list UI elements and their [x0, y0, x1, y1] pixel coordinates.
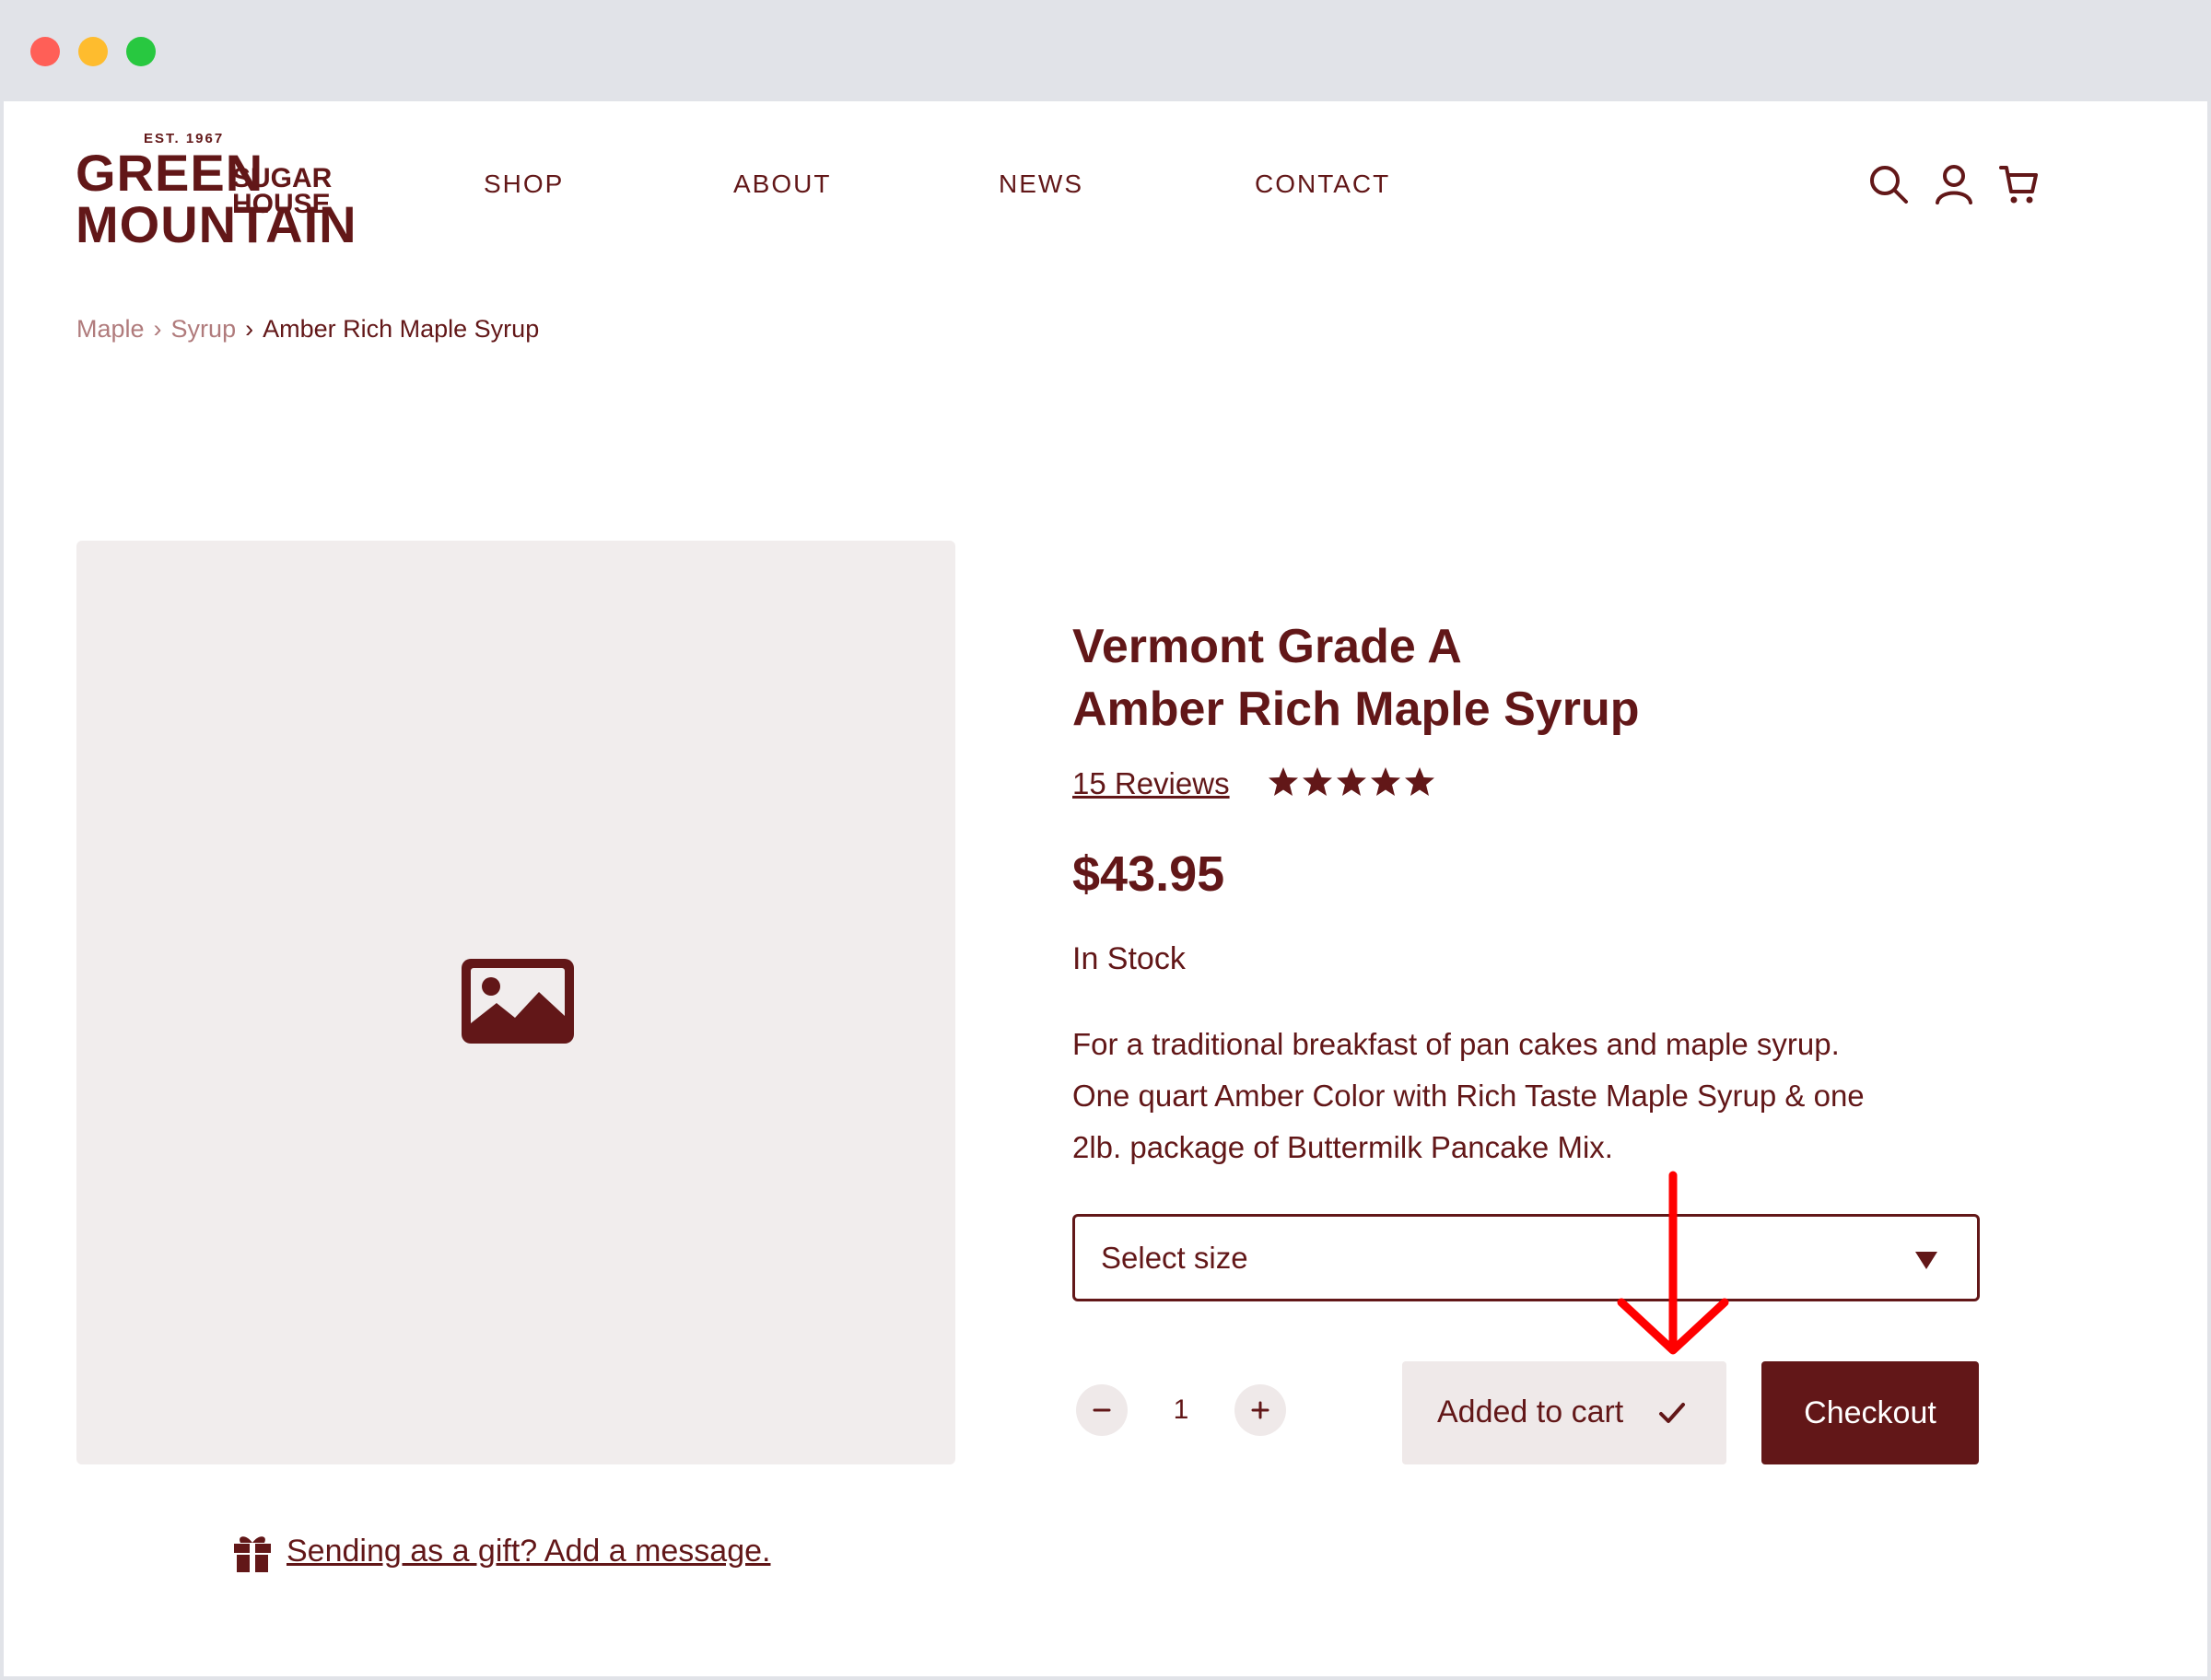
nav-about[interactable]: ABOUT — [733, 169, 831, 199]
star-icon — [1371, 767, 1400, 796]
product-title: Vermont Grade A Amber Rich Maple Syrup — [1072, 615, 1809, 741]
star-icon — [1269, 767, 1298, 796]
breadcrumb-current: Amber Rich Maple Syrup — [263, 315, 540, 343]
rating-stars — [1268, 766, 1438, 802]
nav-shop[interactable]: SHOP — [484, 169, 564, 199]
star-icon — [1405, 767, 1434, 796]
nav-news[interactable]: NEWS — [999, 169, 1083, 199]
product-price: $43.95 — [1072, 846, 1225, 902]
product-title-line2: Amber Rich Maple Syrup — [1072, 682, 1640, 736]
breadcrumb: Maple › Syrup › Amber Rich Maple Syrup — [76, 315, 539, 344]
user-icon[interactable] — [1932, 162, 1976, 206]
added-to-cart-label: Added to cart — [1437, 1394, 1624, 1429]
size-select[interactable]: Select size — [1072, 1214, 1980, 1301]
window-close-button[interactable] — [30, 37, 60, 66]
description-line: 2lb. package of Buttermilk Pancake Mix. — [1072, 1130, 1613, 1164]
window-maximize-button[interactable] — [126, 37, 156, 66]
breadcrumb-maple[interactable]: Maple — [76, 315, 145, 343]
reviews-link[interactable]: 15 Reviews — [1072, 766, 1230, 801]
size-select-value: Select size — [1101, 1241, 1248, 1275]
product-description: For a traditional breakfast of pan cakes… — [1072, 1019, 1975, 1173]
checkmark-icon — [1659, 1403, 1685, 1423]
page: EST. 1967 GREEN SUGAR HOUSE MOUNTAIN SHO… — [4, 101, 2207, 1676]
breadcrumb-separator: › — [153, 315, 162, 343]
breadcrumb-separator: › — [245, 315, 254, 343]
stock-status: In Stock — [1072, 941, 1186, 976]
checkout-button[interactable]: Checkout — [1761, 1361, 1979, 1464]
breadcrumb-syrup[interactable]: Syrup — [171, 315, 237, 343]
star-icon — [1337, 767, 1366, 796]
cart-icon[interactable] — [1997, 162, 2041, 206]
logo-mountain: MOUNTAIN — [76, 195, 357, 253]
added-to-cart-button[interactable]: Added to cart — [1402, 1361, 1726, 1464]
dropdown-caret-icon — [1915, 1252, 1937, 1269]
description-line: One quart Amber Color with Rich Taste Ma… — [1072, 1079, 1865, 1113]
site-logo[interactable]: EST. 1967 GREEN SUGAR HOUSE MOUNTAIN — [76, 129, 357, 252]
plus-icon — [1251, 1401, 1269, 1419]
product-title-line1: Vermont Grade A — [1072, 620, 1462, 673]
nav-contact[interactable]: CONTACT — [1255, 169, 1390, 199]
image-placeholder-icon — [462, 959, 574, 1044]
search-icon[interactable] — [1866, 162, 1911, 206]
quantity-increase-button[interactable] — [1234, 1384, 1286, 1436]
minus-icon — [1093, 1408, 1111, 1412]
logo-sugar: SUGAR — [232, 163, 333, 193]
product-image[interactable] — [76, 541, 955, 1464]
quantity-decrease-button[interactable] — [1076, 1384, 1128, 1436]
gift-icon — [234, 1536, 271, 1572]
gift-message-link[interactable]: Sending as a gift? Add a message. — [287, 1534, 770, 1569]
annotation-arrow-icon — [1617, 1171, 1729, 1355]
browser-chrome — [0, 0, 2211, 101]
quantity-value[interactable]: 1 — [1172, 1394, 1190, 1426]
description-line: For a traditional breakfast of pan cakes… — [1072, 1027, 1840, 1061]
window-minimize-button[interactable] — [78, 37, 108, 66]
star-icon — [1303, 767, 1332, 796]
